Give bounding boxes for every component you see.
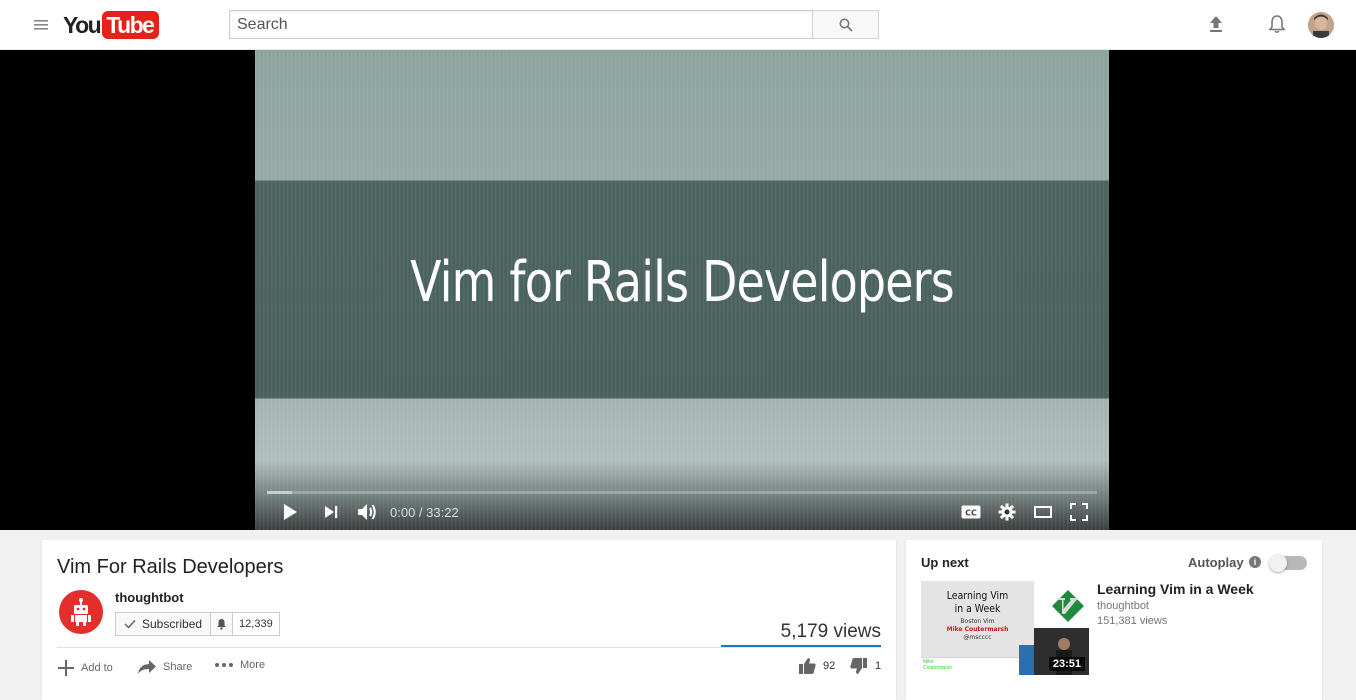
menu-icon[interactable] bbox=[30, 16, 50, 34]
theater-icon bbox=[1034, 506, 1052, 518]
like-button[interactable]: 92 bbox=[798, 657, 835, 675]
bell-icon[interactable] bbox=[1266, 13, 1288, 35]
upload-icon[interactable] bbox=[1205, 13, 1227, 35]
subscriber-count: 12,339 bbox=[233, 613, 279, 635]
subscribed-label-wrap: Subscribed bbox=[116, 613, 212, 635]
related-video-title[interactable]: Learning Vim in a Week bbox=[1097, 581, 1254, 597]
video-info-card: Vim For Rails Developers thoughtbot Subs… bbox=[42, 540, 896, 700]
share-icon bbox=[138, 660, 156, 674]
up-next-heading: Up next bbox=[921, 555, 969, 570]
avatar[interactable] bbox=[1308, 12, 1334, 38]
video-duration: 23:51 bbox=[1048, 657, 1085, 671]
toggle-knob bbox=[1269, 554, 1287, 572]
check-icon bbox=[124, 619, 136, 629]
divider bbox=[57, 647, 881, 648]
thumbnail-slide: Learning Vim in a Week Boston Vim Mike C… bbox=[921, 581, 1034, 657]
channel-avatar[interactable] bbox=[59, 590, 103, 634]
add-to-label: Add to bbox=[81, 662, 113, 674]
dislike-count: 1 bbox=[875, 660, 882, 672]
thumbs-up-icon bbox=[799, 658, 816, 674]
thumbnail-strip-text: Mike Coutermarsh bbox=[923, 659, 952, 671]
info-icon[interactable]: i bbox=[1249, 556, 1261, 568]
subscribed-label: Subscribed bbox=[142, 617, 203, 631]
thumbs-down-icon bbox=[850, 658, 867, 674]
bell-icon bbox=[217, 619, 227, 630]
autoplay-toggle[interactable] bbox=[1269, 554, 1307, 572]
search-input[interactable] bbox=[230, 11, 813, 38]
robot-icon bbox=[71, 598, 91, 626]
play-button[interactable] bbox=[277, 499, 303, 525]
thumbnail-subtitle: Boston Vim bbox=[960, 618, 995, 625]
dislike-button[interactable]: 1 bbox=[850, 657, 881, 675]
search-button[interactable] bbox=[812, 10, 879, 39]
time-display: 0:00 / 33:22 bbox=[390, 505, 459, 520]
settings-button[interactable] bbox=[994, 499, 1020, 525]
like-count: 92 bbox=[823, 660, 836, 672]
thumbnail-speaker: Mike Coutermarsh bbox=[946, 626, 1009, 633]
add-to-button[interactable]: Add to bbox=[57, 659, 113, 677]
video-title-overlay: Vim for Rails Developers bbox=[410, 250, 955, 315]
more-icon bbox=[215, 663, 233, 667]
captions-icon: CC bbox=[961, 505, 981, 519]
fullscreen-button[interactable] bbox=[1066, 499, 1092, 525]
channel-name[interactable]: thoughtbot bbox=[115, 590, 184, 605]
plus-icon bbox=[58, 660, 74, 676]
thumbnail-handle: @mscccc bbox=[963, 634, 992, 641]
youtube-logo[interactable]: You Tube bbox=[63, 11, 160, 39]
progress-bar[interactable] bbox=[267, 491, 1097, 494]
masthead: You Tube bbox=[0, 0, 1356, 50]
autoplay-label: Autoplay bbox=[1188, 555, 1244, 570]
thumbnail-line-1: Learning Vim bbox=[946, 589, 1009, 602]
next-button[interactable] bbox=[318, 499, 344, 525]
share-label: Share bbox=[163, 661, 193, 673]
logo-text-you: You bbox=[63, 12, 102, 38]
related-video-thumbnail[interactable]: Learning Vim in a Week Boston Vim Mike C… bbox=[921, 581, 1089, 675]
gear-icon bbox=[998, 503, 1016, 521]
next-icon bbox=[325, 506, 338, 518]
captions-button[interactable]: CC bbox=[958, 499, 984, 525]
subscribe-button[interactable]: Subscribed 12,339 bbox=[115, 612, 280, 636]
search-box bbox=[229, 10, 813, 39]
related-video-channel: thoughtbot bbox=[1097, 600, 1149, 612]
video-player: Vim for Rails Developers 0:00 / 33:22 CC bbox=[0, 50, 1356, 530]
view-count: 5,179 views bbox=[780, 621, 881, 642]
volume-button[interactable] bbox=[354, 499, 380, 525]
thumbnail-accent bbox=[1019, 645, 1034, 675]
more-button[interactable]: More bbox=[214, 659, 265, 671]
fullscreen-icon bbox=[1070, 503, 1088, 521]
volume-icon bbox=[358, 504, 376, 520]
up-next-panel: Up next Autoplay i Learning Vim in a Wee… bbox=[906, 540, 1322, 700]
svg-text:CC: CC bbox=[965, 509, 977, 518]
related-video-views: 151,381 views bbox=[1097, 615, 1168, 627]
share-button[interactable]: Share bbox=[137, 659, 192, 675]
play-icon bbox=[284, 504, 297, 520]
video-frame[interactable]: Vim for Rails Developers 0:00 / 33:22 CC bbox=[255, 50, 1109, 530]
logo-text-tube: Tube bbox=[102, 11, 160, 39]
more-label: More bbox=[240, 659, 266, 671]
video-title: Vim For Rails Developers bbox=[57, 556, 284, 578]
notification-bell-button[interactable] bbox=[211, 613, 234, 635]
progress-loaded bbox=[267, 491, 292, 494]
vim-logo-icon bbox=[1052, 590, 1084, 622]
search-icon bbox=[839, 18, 853, 32]
theater-mode-button[interactable] bbox=[1030, 499, 1056, 525]
thumbnail-line-2: in a Week bbox=[954, 602, 1001, 615]
